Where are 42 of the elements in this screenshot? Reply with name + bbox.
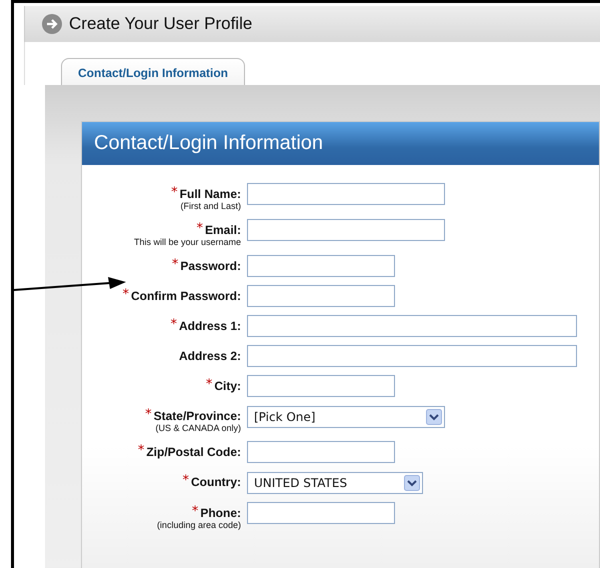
dropdown[interactable]: [Pick One]: [247, 406, 445, 428]
field-label: Password:: [180, 259, 241, 273]
field-label: City:: [214, 379, 241, 393]
required-asterisk: *: [145, 409, 152, 421]
input-field[interactable]: [247, 219, 445, 241]
section-title: Contact/Login Information: [82, 122, 599, 165]
tab[interactable]: Contact/Login Information: [61, 58, 245, 85]
required-asterisk: *: [182, 475, 189, 487]
required-asterisk: *: [170, 319, 177, 331]
input-field[interactable]: [247, 502, 395, 524]
field-label: Zip/Postal Code:: [146, 445, 241, 459]
required-asterisk: *: [192, 506, 198, 518]
arrow-circle-icon: [41, 13, 63, 35]
field-hint: This will be your username: [134, 237, 241, 247]
field-label: Country:: [191, 475, 241, 489]
input-field[interactable]: [247, 375, 395, 397]
field-hint: (including area code): [156, 520, 241, 530]
field-hint: (First and Last): [180, 201, 241, 211]
field-hint: (US & CANADA only): [155, 423, 241, 433]
required-asterisk: *: [171, 187, 178, 199]
chevron-down-icon: [404, 475, 420, 491]
field-label: State/Province:: [154, 409, 241, 423]
input-field[interactable]: [247, 315, 577, 337]
field-label: Full Name:: [180, 187, 241, 201]
input-field[interactable]: [247, 441, 395, 463]
input-field[interactable]: [247, 345, 577, 367]
required-asterisk: *: [122, 289, 129, 301]
input-field[interactable]: [247, 255, 395, 277]
field-label: Email:: [204, 223, 241, 237]
page-title: Create Your User Profile: [69, 14, 252, 34]
dropdown[interactable]: UNITED STATES: [247, 472, 423, 494]
required-asterisk: *: [138, 445, 144, 457]
field-label: Address 1:: [178, 319, 241, 333]
field-label: Confirm Password:: [130, 289, 241, 303]
required-asterisk: *: [172, 259, 178, 271]
field-label: Phone:: [200, 506, 241, 520]
required-asterisk: *: [196, 223, 203, 235]
input-field[interactable]: [247, 183, 445, 205]
field-label: Address 2:: [178, 349, 241, 363]
required-asterisk: *: [206, 379, 212, 391]
chevron-down-icon: [426, 409, 442, 425]
input-field[interactable]: [247, 285, 395, 307]
